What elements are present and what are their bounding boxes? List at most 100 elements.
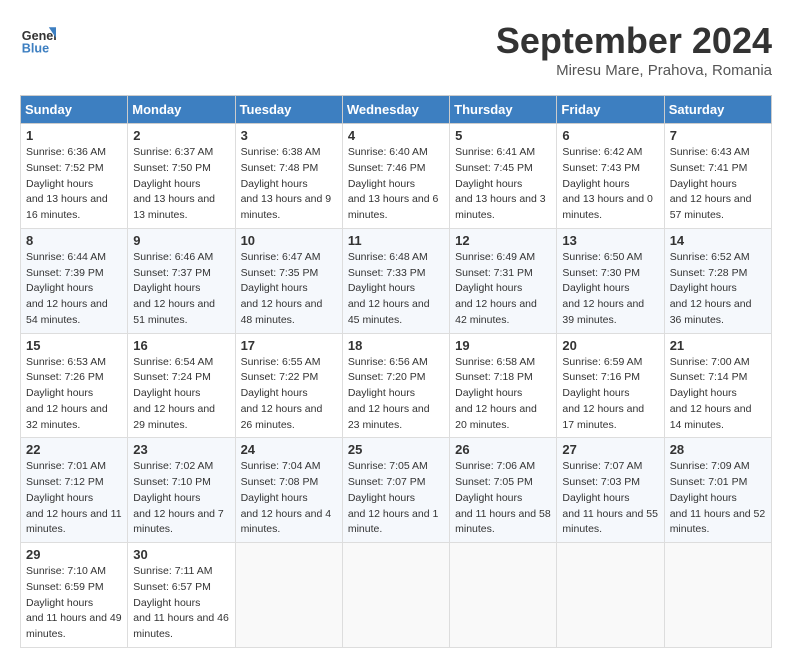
calendar-day-header: Saturday: [664, 96, 771, 124]
calendar-day-header: Friday: [557, 96, 664, 124]
calendar-day-cell: 15 Sunrise: 6:53 AM Sunset: 7:26 PM Dayl…: [21, 333, 128, 438]
day-info: Sunrise: 6:50 AM Sunset: 7:30 PM Dayligh…: [562, 250, 658, 329]
day-info: Sunrise: 6:48 AM Sunset: 7:33 PM Dayligh…: [348, 250, 444, 329]
day-number: 19: [455, 338, 551, 353]
day-number: 29: [26, 547, 122, 562]
calendar-day-cell: 8 Sunrise: 6:44 AM Sunset: 7:39 PM Dayli…: [21, 228, 128, 333]
day-info: Sunrise: 6:54 AM Sunset: 7:24 PM Dayligh…: [133, 355, 229, 434]
calendar-week-row: 29 Sunrise: 7:10 AM Sunset: 6:59 PM Dayl…: [21, 543, 772, 648]
calendar-day-header: Thursday: [450, 96, 557, 124]
day-number: 22: [26, 442, 122, 457]
calendar-table: SundayMondayTuesdayWednesdayThursdayFrid…: [20, 95, 772, 648]
location-title: Miresu Mare, Prahova, Romania: [496, 62, 772, 79]
calendar-day-cell: [450, 543, 557, 648]
day-info: Sunrise: 6:52 AM Sunset: 7:28 PM Dayligh…: [670, 250, 766, 329]
day-number: 18: [348, 338, 444, 353]
day-number: 26: [455, 442, 551, 457]
day-info: Sunrise: 7:10 AM Sunset: 6:59 PM Dayligh…: [26, 564, 122, 643]
day-info: Sunrise: 6:47 AM Sunset: 7:35 PM Dayligh…: [241, 250, 337, 329]
day-number: 12: [455, 233, 551, 248]
calendar-day-cell: 12 Sunrise: 6:49 AM Sunset: 7:31 PM Dayl…: [450, 228, 557, 333]
day-info: Sunrise: 7:05 AM Sunset: 7:07 PM Dayligh…: [348, 459, 444, 538]
day-number: 16: [133, 338, 229, 353]
calendar-day-cell: 7 Sunrise: 6:43 AM Sunset: 7:41 PM Dayli…: [664, 124, 771, 229]
day-number: 23: [133, 442, 229, 457]
day-number: 3: [241, 128, 337, 143]
day-number: 6: [562, 128, 658, 143]
calendar-day-cell: 27 Sunrise: 7:07 AM Sunset: 7:03 PM Dayl…: [557, 438, 664, 543]
calendar-day-cell: 22 Sunrise: 7:01 AM Sunset: 7:12 PM Dayl…: [21, 438, 128, 543]
calendar-day-cell: 28 Sunrise: 7:09 AM Sunset: 7:01 PM Dayl…: [664, 438, 771, 543]
day-info: Sunrise: 7:09 AM Sunset: 7:01 PM Dayligh…: [670, 459, 766, 538]
day-info: Sunrise: 6:55 AM Sunset: 7:22 PM Dayligh…: [241, 355, 337, 434]
day-info: Sunrise: 6:44 AM Sunset: 7:39 PM Dayligh…: [26, 250, 122, 329]
day-number: 27: [562, 442, 658, 457]
day-info: Sunrise: 6:53 AM Sunset: 7:26 PM Dayligh…: [26, 355, 122, 434]
calendar-day-cell: 21 Sunrise: 7:00 AM Sunset: 7:14 PM Dayl…: [664, 333, 771, 438]
day-number: 28: [670, 442, 766, 457]
day-info: Sunrise: 7:06 AM Sunset: 7:05 PM Dayligh…: [455, 459, 551, 538]
calendar-day-cell: 5 Sunrise: 6:41 AM Sunset: 7:45 PM Dayli…: [450, 124, 557, 229]
day-info: Sunrise: 7:01 AM Sunset: 7:12 PM Dayligh…: [26, 459, 122, 538]
day-info: Sunrise: 6:56 AM Sunset: 7:20 PM Dayligh…: [348, 355, 444, 434]
calendar-day-cell: 13 Sunrise: 6:50 AM Sunset: 7:30 PM Dayl…: [557, 228, 664, 333]
day-number: 14: [670, 233, 766, 248]
title-block: September 2024 Miresu Mare, Prahova, Rom…: [496, 20, 772, 79]
calendar-day-cell: 2 Sunrise: 6:37 AM Sunset: 7:50 PM Dayli…: [128, 124, 235, 229]
calendar-body: 1 Sunrise: 6:36 AM Sunset: 7:52 PM Dayli…: [21, 124, 772, 648]
calendar-day-cell: 6 Sunrise: 6:42 AM Sunset: 7:43 PM Dayli…: [557, 124, 664, 229]
calendar-day-cell: 24 Sunrise: 7:04 AM Sunset: 7:08 PM Dayl…: [235, 438, 342, 543]
calendar-day-cell: 18 Sunrise: 6:56 AM Sunset: 7:20 PM Dayl…: [342, 333, 449, 438]
day-info: Sunrise: 6:42 AM Sunset: 7:43 PM Dayligh…: [562, 145, 658, 224]
day-info: Sunrise: 7:04 AM Sunset: 7:08 PM Dayligh…: [241, 459, 337, 538]
day-number: 9: [133, 233, 229, 248]
calendar-week-row: 15 Sunrise: 6:53 AM Sunset: 7:26 PM Dayl…: [21, 333, 772, 438]
calendar-day-cell: 23 Sunrise: 7:02 AM Sunset: 7:10 PM Dayl…: [128, 438, 235, 543]
calendar-day-cell: 1 Sunrise: 6:36 AM Sunset: 7:52 PM Dayli…: [21, 124, 128, 229]
calendar-day-header: Monday: [128, 96, 235, 124]
day-info: Sunrise: 6:49 AM Sunset: 7:31 PM Dayligh…: [455, 250, 551, 329]
calendar-day-cell: 17 Sunrise: 6:55 AM Sunset: 7:22 PM Dayl…: [235, 333, 342, 438]
day-info: Sunrise: 6:59 AM Sunset: 7:16 PM Dayligh…: [562, 355, 658, 434]
day-number: 25: [348, 442, 444, 457]
day-info: Sunrise: 7:02 AM Sunset: 7:10 PM Dayligh…: [133, 459, 229, 538]
day-number: 7: [670, 128, 766, 143]
calendar-day-cell: [342, 543, 449, 648]
calendar-day-cell: [664, 543, 771, 648]
day-info: Sunrise: 6:40 AM Sunset: 7:46 PM Dayligh…: [348, 145, 444, 224]
day-number: 5: [455, 128, 551, 143]
day-info: Sunrise: 7:07 AM Sunset: 7:03 PM Dayligh…: [562, 459, 658, 538]
day-number: 11: [348, 233, 444, 248]
day-number: 13: [562, 233, 658, 248]
calendar-header-row: SundayMondayTuesdayWednesdayThursdayFrid…: [21, 96, 772, 124]
calendar-day-cell: 20 Sunrise: 6:59 AM Sunset: 7:16 PM Dayl…: [557, 333, 664, 438]
month-title: September 2024: [496, 20, 772, 62]
svg-text:Blue: Blue: [22, 41, 49, 55]
day-number: 17: [241, 338, 337, 353]
day-info: Sunrise: 6:41 AM Sunset: 7:45 PM Dayligh…: [455, 145, 551, 224]
calendar-day-cell: 9 Sunrise: 6:46 AM Sunset: 7:37 PM Dayli…: [128, 228, 235, 333]
day-info: Sunrise: 7:00 AM Sunset: 7:14 PM Dayligh…: [670, 355, 766, 434]
calendar-day-cell: 16 Sunrise: 6:54 AM Sunset: 7:24 PM Dayl…: [128, 333, 235, 438]
day-number: 2: [133, 128, 229, 143]
day-info: Sunrise: 6:38 AM Sunset: 7:48 PM Dayligh…: [241, 145, 337, 224]
calendar-day-cell: 25 Sunrise: 7:05 AM Sunset: 7:07 PM Dayl…: [342, 438, 449, 543]
day-number: 10: [241, 233, 337, 248]
calendar-day-cell: 30 Sunrise: 7:11 AM Sunset: 6:57 PM Dayl…: [128, 543, 235, 648]
day-info: Sunrise: 6:43 AM Sunset: 7:41 PM Dayligh…: [670, 145, 766, 224]
calendar-day-header: Sunday: [21, 96, 128, 124]
day-number: 20: [562, 338, 658, 353]
day-info: Sunrise: 6:58 AM Sunset: 7:18 PM Dayligh…: [455, 355, 551, 434]
calendar-day-header: Wednesday: [342, 96, 449, 124]
calendar-week-row: 1 Sunrise: 6:36 AM Sunset: 7:52 PM Dayli…: [21, 124, 772, 229]
calendar-day-cell: 11 Sunrise: 6:48 AM Sunset: 7:33 PM Dayl…: [342, 228, 449, 333]
calendar-day-cell: 4 Sunrise: 6:40 AM Sunset: 7:46 PM Dayli…: [342, 124, 449, 229]
logo-icon: General Blue: [20, 20, 56, 56]
calendar-day-cell: [235, 543, 342, 648]
calendar-day-cell: 26 Sunrise: 7:06 AM Sunset: 7:05 PM Dayl…: [450, 438, 557, 543]
day-number: 30: [133, 547, 229, 562]
calendar-day-cell: 3 Sunrise: 6:38 AM Sunset: 7:48 PM Dayli…: [235, 124, 342, 229]
calendar-day-cell: 19 Sunrise: 6:58 AM Sunset: 7:18 PM Dayl…: [450, 333, 557, 438]
day-info: Sunrise: 6:36 AM Sunset: 7:52 PM Dayligh…: [26, 145, 122, 224]
calendar-day-cell: 29 Sunrise: 7:10 AM Sunset: 6:59 PM Dayl…: [21, 543, 128, 648]
